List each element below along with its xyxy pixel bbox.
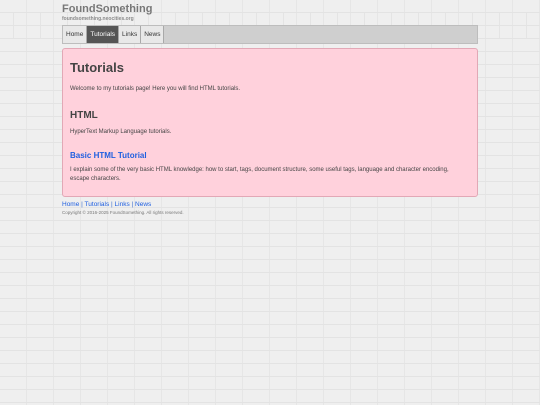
page-wrapper: FoundSomething foundsomething.neocities.…	[62, 0, 478, 215]
site-title[interactable]: FoundSomething	[62, 3, 478, 15]
copyright-notice: Copyright © 2016-2025 FoundSomething. Al…	[62, 210, 184, 215]
intro-text: Welcome to my tutorials page! Here you w…	[70, 86, 241, 92]
footer-link-tutorials[interactable]: Tutorials	[85, 201, 110, 208]
tutorial-heading: Basic HTML Tutorial	[70, 151, 469, 160]
footer-link-news[interactable]: News	[135, 201, 151, 208]
section-title-html: HTML	[70, 110, 98, 121]
site-subtitle: foundsomething.neocities.org	[62, 16, 134, 22]
section-description: HyperText Markup Language tutorials.	[70, 129, 172, 135]
tutorial-description: I explain some of the very basic HTML kn…	[70, 167, 449, 182]
nav-item-links[interactable]: Links	[119, 26, 142, 43]
top-nav: Home Tutorials Links News	[62, 25, 478, 44]
nav-item-news[interactable]: News	[141, 26, 165, 43]
footer-link-links[interactable]: Links	[115, 201, 130, 208]
nav-item-tutorials[interactable]: Tutorials	[87, 26, 120, 43]
footer-nav: Home | Tutorials | Links | News	[62, 201, 478, 208]
tutorial-link-basic-html[interactable]: Basic HTML Tutorial	[70, 151, 147, 160]
footer-link-home[interactable]: Home	[62, 201, 79, 208]
page-title: Tutorials	[70, 60, 124, 75]
nav-item-home[interactable]: Home	[63, 26, 88, 43]
content-panel: Tutorials Welcome to my tutorials page! …	[62, 48, 478, 197]
